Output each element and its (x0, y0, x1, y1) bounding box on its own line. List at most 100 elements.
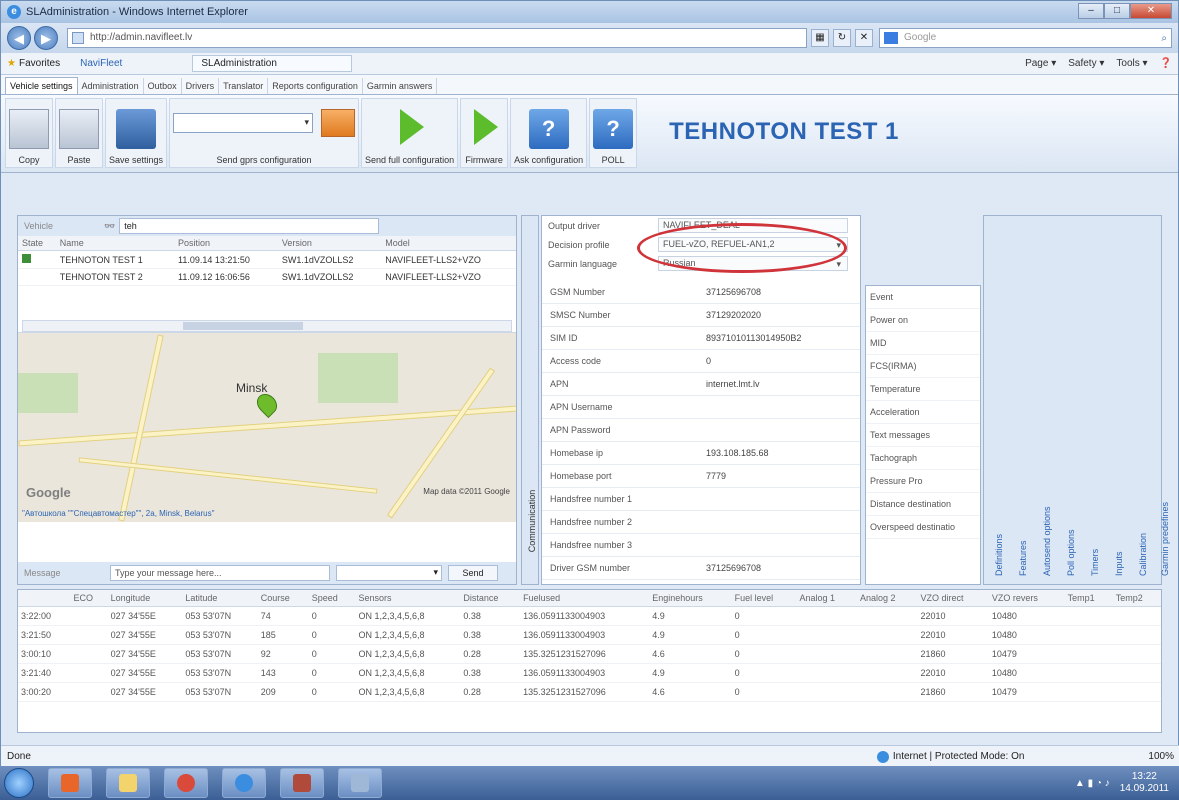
tab-translator[interactable]: Translator (219, 78, 269, 94)
tab-calibration[interactable]: Calibration (1138, 446, 1158, 576)
event-item[interactable]: Temperature (866, 378, 980, 401)
settings-row[interactable]: Handsfree number 3 (542, 534, 860, 557)
tab-definitions[interactable]: Definitions (994, 446, 1014, 576)
taskbar-ie[interactable] (222, 768, 266, 798)
col-model[interactable]: Model (381, 236, 516, 251)
help-icon[interactable]: ❓ (1160, 58, 1172, 69)
grid-col-header[interactable]: Sensors (355, 590, 461, 607)
stop-icon[interactable]: ✕ (855, 29, 873, 47)
map[interactable]: Minsk Google Map data ©2011 Google "Авто… (18, 332, 516, 522)
gprs-select[interactable] (173, 113, 314, 133)
grid-col-header[interactable]: Temp2 (1112, 590, 1161, 607)
setting-value[interactable]: 37125696708 (702, 287, 761, 297)
grid-col-header[interactable]: VZO revers (988, 590, 1065, 607)
grid-row[interactable]: 3:21:40 027 34'55E 053 53'07N 143 0 ON 1,2,3,… (18, 663, 1161, 683)
browser-tab[interactable]: SLAdministration (192, 55, 353, 72)
security-zone[interactable]: Internet | Protected Mode: On (893, 751, 1025, 762)
settings-row[interactable]: Homebase ip 193.108.185.68 (542, 442, 860, 465)
url-input[interactable]: http://admin.navifleet.lv (67, 28, 807, 48)
send-gprs-button[interactable]: Send gprs configuration (217, 155, 312, 165)
settings-row[interactable]: APN Password (542, 419, 860, 442)
event-item[interactable]: FCS(IRMA) (866, 355, 980, 378)
garmin-language-select[interactable]: Russian (658, 256, 848, 271)
tab-reports-configuration[interactable]: Reports configuration (268, 78, 363, 94)
message-template-select[interactable] (336, 565, 442, 581)
grid-col-header[interactable]: Longitude (107, 590, 183, 607)
setting-value[interactable]: 0 (702, 356, 711, 366)
vehicle-hscroll[interactable] (22, 320, 512, 332)
paste-button[interactable]: Paste (55, 98, 103, 168)
search-icon[interactable]: ⌕ (1161, 30, 1167, 48)
minimize-button[interactable]: – (1078, 3, 1104, 19)
event-item[interactable]: Tachograph (866, 447, 980, 470)
taskbar-chrome[interactable] (164, 768, 208, 798)
setting-value[interactable]: 89371010113014950B2 (702, 333, 801, 343)
output-driver-field[interactable]: NAVIFLEET_DEAL (658, 218, 848, 233)
menu-tools[interactable]: Tools ▾ (1116, 58, 1147, 69)
grid-row[interactable]: 3:21:50 027 34'55E 053 53'07N 185 0 ON 1,2,3,… (18, 625, 1161, 645)
event-item[interactable]: Power on (866, 309, 980, 332)
grid-col-header[interactable]: Fuelused (520, 590, 650, 607)
ask-config-button[interactable]: ? Ask configuration (510, 98, 588, 168)
forward-button[interactable]: ▶ (34, 26, 58, 50)
taskbar-app-6[interactable] (338, 768, 382, 798)
tray-icons[interactable]: ▲ ▮ ◔ ♪ (1075, 778, 1110, 789)
grid-row[interactable]: 3:00:20 027 34'55E 053 53'07N 209 0 ON 1,2,3,… (18, 682, 1161, 702)
vehicle-filter-input[interactable]: teh (119, 218, 380, 234)
search-input[interactable]: Google ⌕ (879, 28, 1172, 48)
settings-row[interactable]: APN internet.lmt.lv (542, 373, 860, 396)
col-version[interactable]: Version (277, 236, 382, 251)
decision-profile-select[interactable]: FUEL-vZO, REFUEL-AN1,2 (658, 237, 848, 252)
taskbar-explorer[interactable] (106, 768, 150, 798)
tab-garmin-answers[interactable]: Garmin answers (363, 78, 438, 94)
tab-inputs[interactable]: Inputs (1114, 446, 1134, 576)
firmware-button[interactable]: Firmware (460, 98, 509, 168)
vehicle-row[interactable]: TEHNOTON TEST 2 11.09.12 16:06:56 SW1.1d… (18, 268, 516, 286)
setting-value[interactable]: 37129202020 (702, 310, 761, 320)
poll-button[interactable]: ? POLL (589, 98, 638, 168)
event-item[interactable]: MID (866, 332, 980, 355)
vehicle-row[interactable]: TEHNOTON TEST 1 11.09.14 13:21:50 SW1.1d… (18, 250, 516, 269)
event-item[interactable]: Distance destination (866, 493, 980, 516)
close-button[interactable]: ✕ (1130, 3, 1172, 19)
col-position[interactable]: Position (174, 236, 278, 251)
col-name[interactable]: Name (55, 236, 175, 251)
grid-col-header[interactable]: Distance (460, 590, 521, 607)
refresh-icon[interactable]: ↻ (833, 29, 851, 47)
fav-item-navifleet[interactable]: NaviFleet (80, 58, 122, 69)
favorites-button[interactable]: Favorites (19, 58, 60, 69)
tab-outbox[interactable]: Outbox (144, 78, 182, 94)
grid-col-header[interactable] (18, 590, 71, 607)
col-state[interactable]: State (18, 236, 56, 251)
start-button[interactable] (4, 768, 34, 798)
setting-value[interactable]: internet.lmt.lv (702, 379, 760, 389)
tab-drivers[interactable]: Drivers (182, 78, 220, 94)
menu-page[interactable]: Page ▾ (1025, 58, 1056, 69)
send-message-button[interactable]: Send (448, 565, 498, 581)
tab-garmin-predefines[interactable]: Garmin predefines (1160, 446, 1179, 576)
tab-vehicle-settings[interactable]: Vehicle settings (5, 77, 78, 94)
event-item[interactable]: Acceleration (866, 401, 980, 424)
communication-tab[interactable]: Communication (521, 215, 539, 585)
tab-timers[interactable]: Timers (1090, 446, 1110, 576)
compat-view-icon[interactable]: ▦ (811, 29, 829, 47)
grid-col-header[interactable]: Analog 2 (856, 590, 918, 607)
grid-col-header[interactable]: Speed (308, 590, 356, 607)
tab-autosend-options[interactable]: Autosend options (1042, 446, 1062, 576)
grid-col-header[interactable]: ECO (70, 590, 108, 607)
grid-col-header[interactable]: Analog 1 (796, 590, 857, 607)
tab-poll-options[interactable]: Poll options (1066, 446, 1086, 576)
settings-row[interactable]: Access code 0 (542, 350, 860, 373)
tab-administration[interactable]: Administration (78, 78, 144, 94)
taskbar-app-5[interactable] (280, 768, 324, 798)
grid-col-header[interactable]: Temp1 (1064, 590, 1113, 607)
grid-row[interactable]: 3:22:00 027 34'55E 053 53'07N 74 0 ON 1,2,3,4… (18, 606, 1161, 626)
grid-col-header[interactable]: Fuel level (731, 590, 797, 607)
grid-col-header[interactable]: Enginehours (649, 590, 732, 607)
event-item[interactable]: Overspeed destinatio (866, 516, 980, 539)
message-input[interactable]: Type your message here... (110, 565, 330, 581)
settings-row[interactable]: Handsfree number 2 (542, 511, 860, 534)
menu-safety[interactable]: Safety ▾ (1068, 58, 1104, 69)
event-item[interactable]: Pressure Pro (866, 470, 980, 493)
event-item[interactable]: Text messages (866, 424, 980, 447)
